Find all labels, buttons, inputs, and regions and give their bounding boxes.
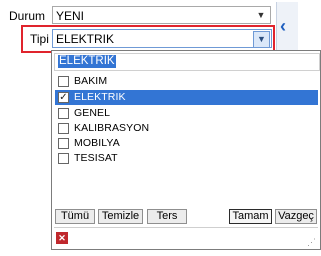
select-all-button[interactable]: Tümü xyxy=(55,209,95,224)
checkbox[interactable] xyxy=(58,108,69,119)
option-elektrik[interactable]: ✓ ELEKTRIK xyxy=(55,90,318,105)
option-tesisat[interactable]: TESISAT xyxy=(55,151,318,166)
option-label: ELEKTRIK xyxy=(74,91,126,103)
option-genel[interactable]: GENEL xyxy=(55,106,318,121)
durum-label: Durum xyxy=(9,9,46,23)
option-label: MOBILYA xyxy=(74,137,120,149)
dropdown-option-list: BAKIM ✓ ELEKTRIK GENEL KALIBRASYON MOBIL… xyxy=(52,71,320,256)
checkbox[interactable] xyxy=(58,138,69,149)
tipi-combobox[interactable]: ELEKTRIK ▼ xyxy=(52,29,272,48)
ok-button[interactable]: Tamam xyxy=(229,209,272,224)
option-mobilya[interactable]: MOBILYA xyxy=(55,136,318,151)
option-label: TESISAT xyxy=(74,152,118,164)
tipi-label: Tipi xyxy=(30,32,49,46)
option-label: KALIBRASYON xyxy=(74,122,150,134)
checkbox[interactable]: ✓ xyxy=(58,92,69,103)
checkbox[interactable] xyxy=(58,76,69,87)
footer-divider xyxy=(54,227,318,228)
invert-button[interactable]: Ters xyxy=(147,209,187,224)
option-label: GENEL xyxy=(74,107,111,119)
close-icon[interactable]: ✕ xyxy=(56,232,68,244)
chevron-down-icon[interactable]: ▼ xyxy=(253,31,270,48)
durum-value: YENI xyxy=(56,9,85,23)
dropdown-search-text: ELEKTRIK xyxy=(58,55,116,68)
option-bakim[interactable]: BAKIM xyxy=(55,74,318,89)
tipi-value: ELEKTRIK xyxy=(56,32,115,46)
durum-combobox[interactable]: YENI ▼ xyxy=(52,6,271,24)
tipi-dropdown-panel: ELEKTRIK BAKIM ✓ ELEKTRIK GENEL KALIBRAS… xyxy=(51,50,321,250)
checkbox[interactable] xyxy=(58,153,69,164)
option-kalibrasyon[interactable]: KALIBRASYON xyxy=(55,121,318,136)
resize-grip-icon[interactable]: ⋰ xyxy=(307,237,317,247)
cancel-button[interactable]: Vazgeç xyxy=(275,209,317,224)
chevron-left-icon[interactable]: ‹ xyxy=(280,16,286,37)
clear-button[interactable]: Temizle xyxy=(98,209,143,224)
dropdown-search-input[interactable]: ELEKTRIK xyxy=(54,53,320,71)
chevron-down-icon[interactable]: ▼ xyxy=(254,7,268,23)
checkbox[interactable] xyxy=(58,123,69,134)
option-label: BAKIM xyxy=(74,75,108,87)
side-panel-toggle[interactable]: ‹ xyxy=(276,2,298,52)
